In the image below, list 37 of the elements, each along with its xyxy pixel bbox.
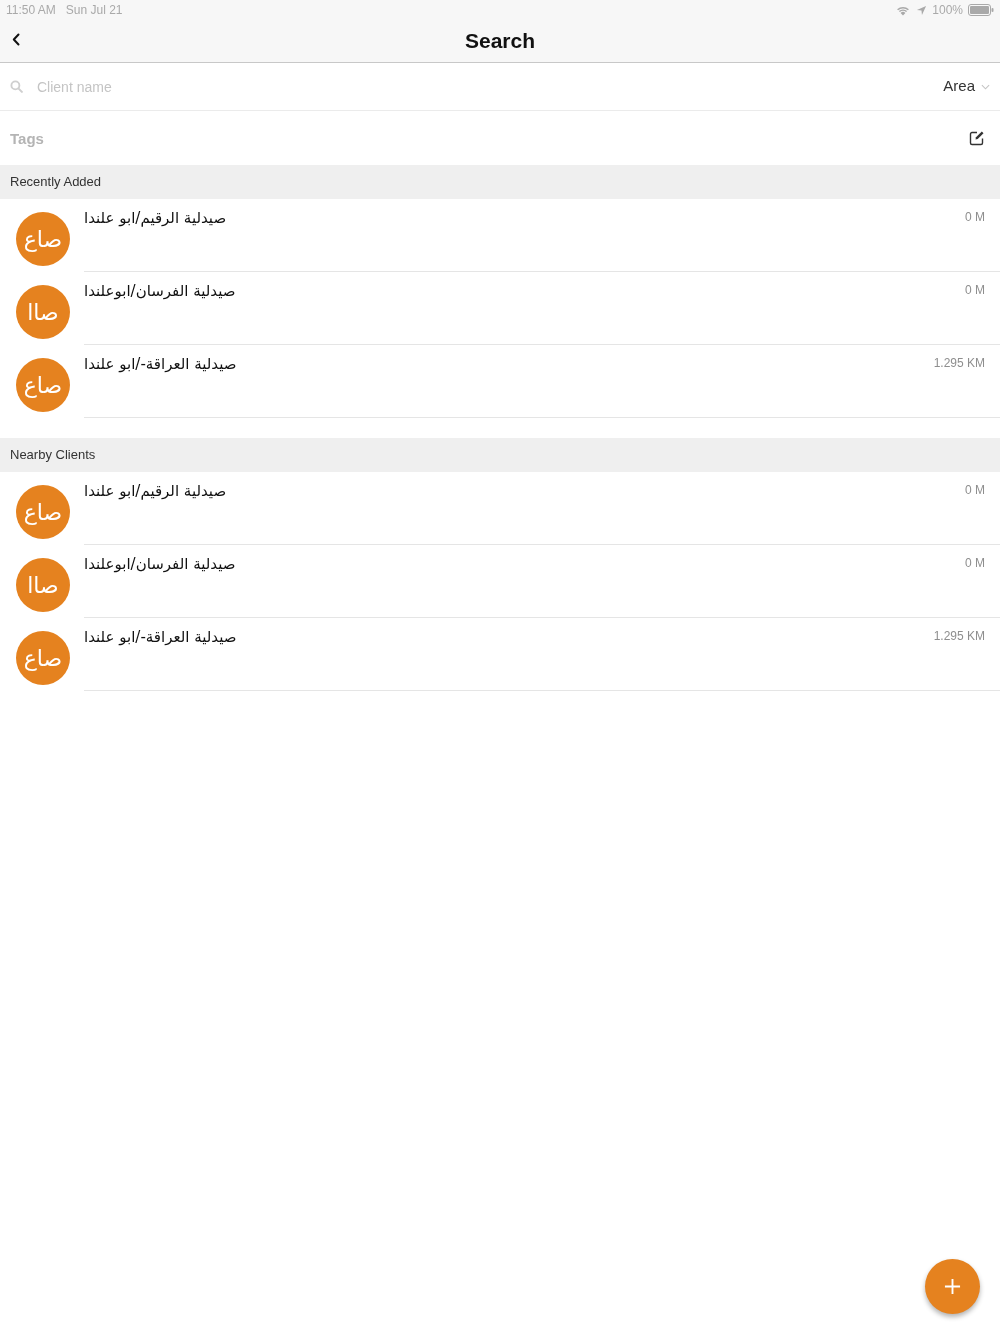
client-name: صيدلية العراقة-/ابو علندا [84,627,237,647]
area-dropdown[interactable]: Area [939,71,990,102]
search-field[interactable]: Client name [37,71,940,102]
add-button[interactable] [925,1259,980,1314]
chevron-down-icon [981,83,990,90]
client-avatar: صاع [16,358,70,412]
client-avatar: صاع [16,212,70,266]
edit-button[interactable] [968,129,986,147]
client-distance: 0 M [965,209,985,225]
battery-percentage: 100% [932,2,963,19]
client-distance: 0 M [965,282,985,298]
plus-icon [944,1278,961,1295]
client-avatar: صاع [16,485,70,539]
back-chevron-icon [12,32,20,46]
battery-icon [968,4,994,16]
location-arrow-icon [916,4,928,16]
client-distance: 0 M [965,482,985,498]
client-distance: 1.295 KM [933,355,985,371]
wifi-icon [895,4,912,16]
status-date: Sun Jul 21 [65,2,123,19]
client-avatar: صاا [16,558,70,612]
client-name: صيدلية العراقة-/ابو علندا [84,354,237,374]
client-avatar: صاع [16,631,70,685]
client-name: صيدلية الفرسان/ابوعلندا [84,554,236,574]
client-distance: 1.295 KM [933,628,985,644]
status-time: 11:50 AM [6,2,56,19]
section-title: Nearby Clients [10,446,96,465]
client-avatar: صاا [16,285,70,339]
edit-icon [969,130,985,146]
tags-field[interactable]: Tags [10,123,968,153]
search-icon [10,80,23,93]
client-name: صيدلية الرقيم/ابو علندا [84,481,227,501]
client-distance: 0 M [965,555,985,571]
section-title: Recently Added [10,173,102,192]
window-title: Search [464,28,535,55]
client-name: صيدلية الفرسان/ابوعلندا [84,281,236,301]
client-name: صيدلية الرقيم/ابو علندا [84,208,227,228]
